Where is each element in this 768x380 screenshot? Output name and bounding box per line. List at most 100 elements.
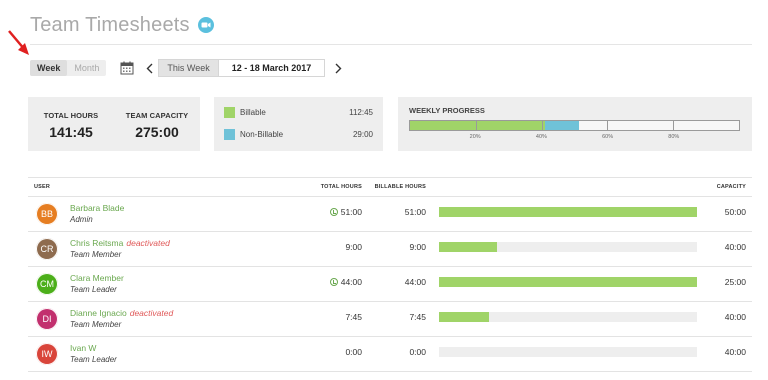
billable-row: Billable 112:45 — [224, 106, 373, 118]
capacity-bar — [439, 312, 697, 322]
total-hours-cell: 51:00 — [329, 207, 362, 217]
capacity-bar — [439, 347, 697, 357]
total-hours-cell: 7:45 — [345, 312, 362, 322]
user-name[interactable]: Clara Member — [70, 273, 124, 283]
table-body: BB Barbara Blade Admin 51:00 51:00 50:00 CR Chr… — [28, 197, 752, 372]
calendar-icon[interactable] — [120, 61, 134, 75]
page-title: Team Timesheets — [30, 13, 190, 36]
total-hours-column-header[interactable]: TOTAL HOURS — [321, 184, 362, 190]
avatar[interactable]: IW — [36, 343, 58, 365]
month-button[interactable]: Month — [67, 60, 106, 76]
total-hours-value: 141:45 — [49, 124, 93, 140]
capacity-bar-fill — [439, 312, 490, 322]
billable-label: Billable — [240, 107, 266, 117]
total-hours-text: 44:00 — [340, 277, 362, 287]
user-name-text[interactable]: Dianne Ignacio — [70, 308, 127, 318]
title-row: Team Timesheets — [30, 10, 214, 40]
capacity-bar-fill — [439, 242, 498, 252]
chevron-left-icon[interactable] — [144, 61, 154, 75]
total-hours-cell: 9:00 — [345, 242, 362, 252]
users-table: USER TOTAL HOURS BILLABLE HOURS CAPACITY… — [28, 177, 752, 372]
user-role: Team Member — [70, 320, 122, 329]
chevron-right-icon[interactable] — [333, 61, 343, 75]
non-billable-value: 29:00 — [352, 129, 373, 139]
billable-panel: Billable 112:45 Non-Billable 29:00 — [214, 97, 383, 151]
progress-tick-label: 20% — [469, 134, 481, 140]
capacity-cell: 25:00 — [724, 277, 746, 287]
table-row[interactable]: CR Chris Reitsma deactivated Team Member 9:0… — [28, 232, 752, 267]
table-row[interactable]: BB Barbara Blade Admin 51:00 51:00 50:00 — [28, 197, 752, 232]
clock-icon — [329, 208, 338, 216]
capacity-column-header[interactable]: CAPACITY — [717, 184, 746, 190]
billable-hours-cell: 0:00 — [409, 347, 426, 357]
avatar[interactable]: BB — [36, 203, 58, 225]
total-hours-text: 9:00 — [345, 242, 362, 252]
capacity-cell: 40:00 — [724, 312, 746, 322]
red-arrow-annotation — [8, 30, 29, 55]
table-row[interactable]: IW Ivan W Team Leader 0:00 0:00 40:00 — [28, 337, 752, 372]
non-billable-swatch — [224, 128, 235, 140]
billable-hours-cell: 44:00 — [404, 277, 426, 287]
capacity-bar — [439, 242, 697, 252]
date-range[interactable]: 12 - 18 March 2017 — [218, 59, 326, 77]
total-hours-cell: 0:00 — [345, 347, 362, 357]
avatar[interactable]: CM — [36, 273, 58, 295]
clock-icon — [329, 278, 338, 286]
user-name[interactable]: Barbara Blade — [70, 203, 124, 213]
billable-hours-cell: 7:45 — [409, 312, 426, 322]
capacity-bar-fill — [439, 277, 697, 287]
progress-tick — [673, 121, 675, 130]
user-column-header[interactable]: USER — [34, 184, 50, 190]
user-role: Team Leader — [70, 355, 117, 364]
title-divider — [30, 44, 752, 45]
user-name[interactable]: Ivan W — [70, 343, 96, 353]
non-billable-label: Non-Billable — [240, 129, 284, 139]
weekly-progress-panel: WEEKLY PROGRESS 20% 40% 60% 80% — [398, 97, 752, 151]
user-name-text[interactable]: Chris Reitsma — [70, 238, 123, 248]
team-capacity-value: 275:00 — [135, 124, 179, 140]
total-hours-text: 7:45 — [345, 312, 362, 322]
user-name[interactable]: Chris Reitsma deactivated — [70, 238, 170, 248]
team-capacity-label: TEAM CAPACITY — [125, 111, 189, 120]
billable-hours-cell: 51:00 — [404, 207, 426, 217]
weekly-progress-label: WEEKLY PROGRESS — [409, 106, 485, 115]
avatar[interactable]: CR — [36, 238, 58, 260]
week-button[interactable]: Week — [30, 60, 68, 76]
billable-hours-column-header[interactable]: BILLABLE HOURS — [375, 184, 426, 190]
weekly-progress-bar — [409, 120, 740, 131]
progress-tick-label: 60% — [602, 134, 614, 140]
capacity-bar — [439, 277, 697, 287]
user-role: Admin — [70, 215, 93, 224]
this-week-button[interactable]: This Week — [158, 59, 219, 77]
weekly-progress-billable — [410, 121, 545, 130]
avatar[interactable]: DI — [36, 308, 58, 330]
team-capacity-stat: TEAM CAPACITY 275:00 — [124, 111, 190, 140]
total-hours-stat: TOTAL HOURS 141:45 — [40, 111, 102, 140]
date-toolbar: Week Month This Week 12 - 18 March 2017 — [30, 59, 343, 77]
capacity-cell: 50:00 — [724, 207, 746, 217]
capacity-cell: 40:00 — [724, 347, 746, 357]
table-row[interactable]: CM Clara Member Team Leader 44:00 44:00 25:00 — [28, 267, 752, 302]
deactivated-tag: deactivated — [126, 238, 170, 248]
total-hours-label: TOTAL HOURS — [43, 111, 99, 120]
capacity-cell: 40:00 — [724, 242, 746, 252]
user-name-text[interactable]: Barbara Blade — [70, 203, 124, 213]
total-hours-text: 0:00 — [345, 347, 362, 357]
total-hours-cell: 44:00 — [329, 277, 362, 287]
progress-tick — [607, 121, 609, 130]
progress-tick-label: 40% — [535, 134, 547, 140]
totals-panel: TOTAL HOURS 141:45 TEAM CAPACITY 275:00 — [28, 97, 200, 151]
billable-value: 112:45 — [349, 107, 373, 117]
user-name-text[interactable]: Ivan W — [70, 343, 96, 353]
billable-swatch — [224, 106, 235, 118]
capacity-bar — [439, 207, 697, 217]
user-name-text[interactable]: Clara Member — [70, 273, 124, 283]
progress-tick — [475, 121, 477, 130]
progress-tick-label: 80% — [668, 134, 680, 140]
period-toggle: Week Month — [30, 60, 107, 76]
capacity-bar-fill — [439, 207, 697, 217]
video-camera-icon[interactable] — [197, 17, 214, 33]
deactivated-tag: deactivated — [129, 308, 174, 318]
user-name[interactable]: Dianne Ignacio deactivated — [70, 308, 173, 318]
table-row[interactable]: DI Dianne Ignacio deactivated Team Member 7:… — [28, 302, 752, 337]
